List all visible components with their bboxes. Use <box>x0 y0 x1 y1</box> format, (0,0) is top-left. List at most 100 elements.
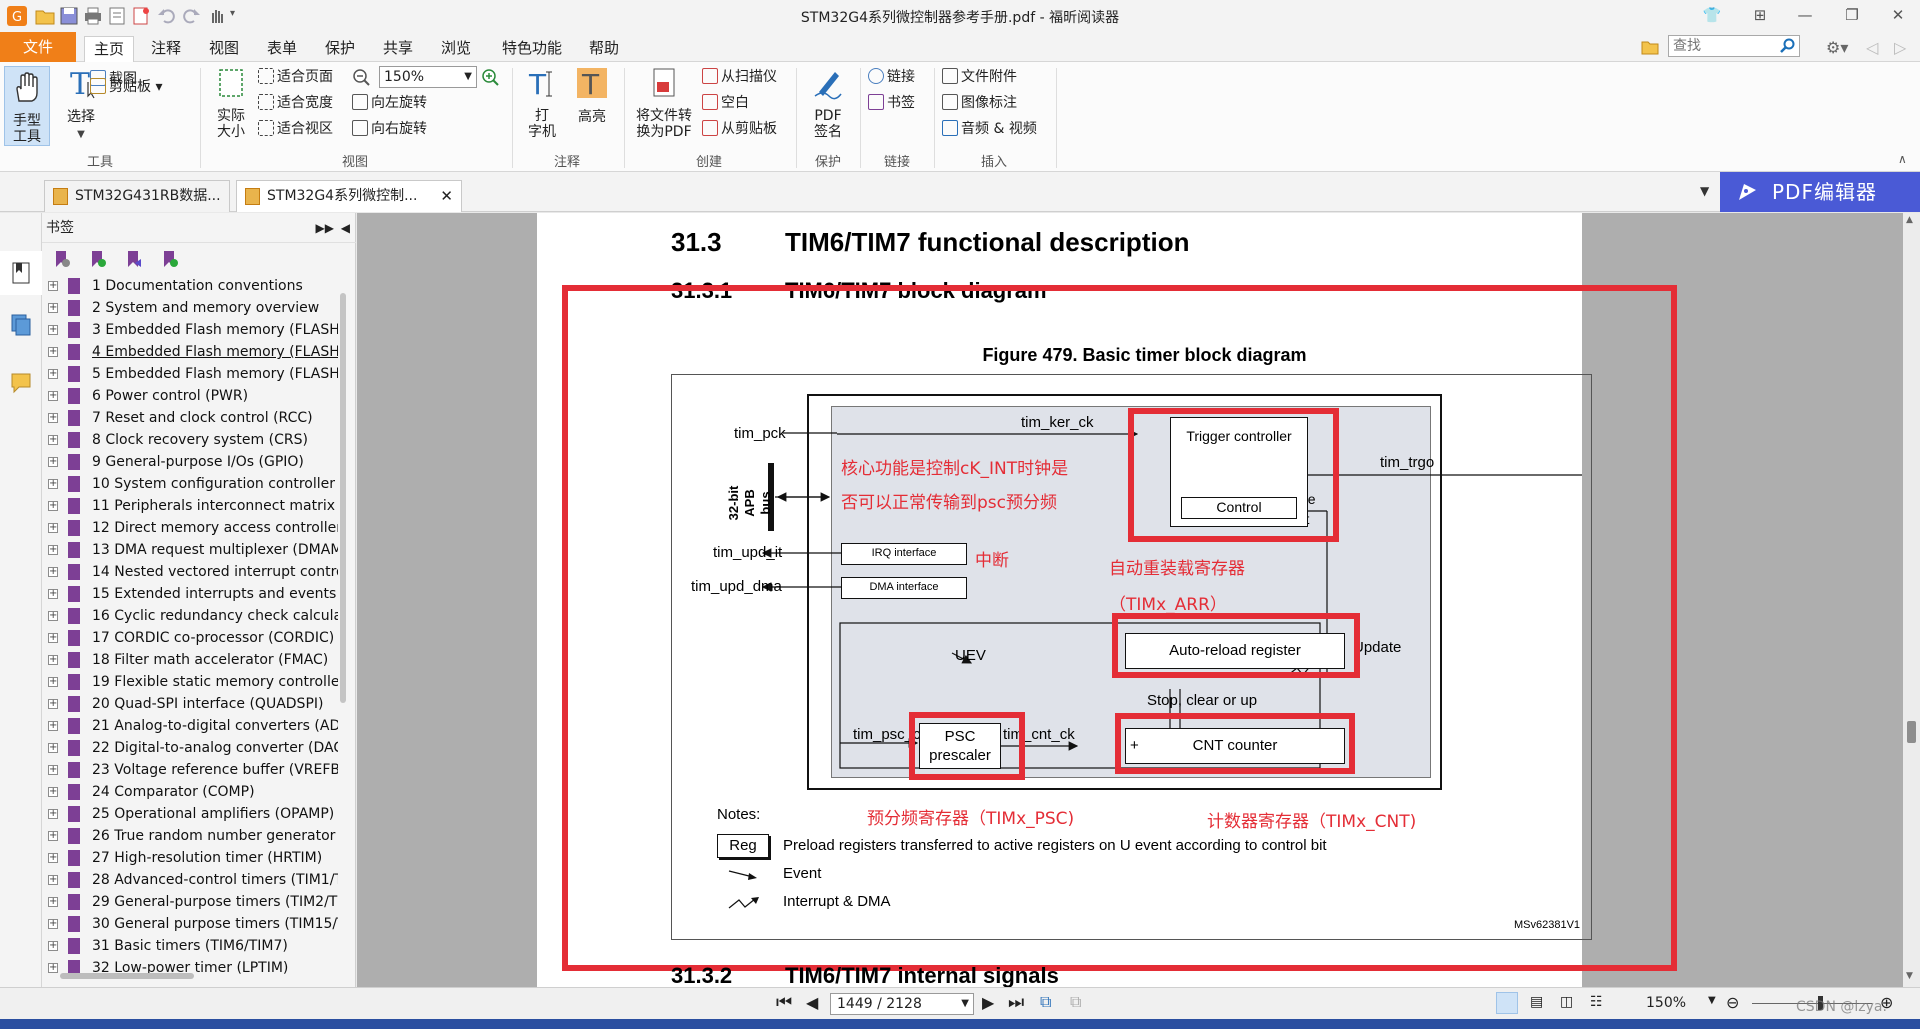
restore-button[interactable]: ❐ <box>1832 2 1872 28</box>
expand-bookmark-icon[interactable]: + <box>48 501 58 511</box>
status-zoom-out-icon[interactable]: ⊖ <box>1726 993 1739 1012</box>
bookmark-item[interactable]: +29 General-purpose timers (TIM2/TI <box>42 891 338 913</box>
expand-bookmark-icon[interactable]: + <box>48 523 58 533</box>
bookmark-scrollbar[interactable] <box>340 293 346 703</box>
bookmark-item[interactable]: +22 Digital-to-analog converter (DAC) <box>42 737 338 759</box>
expand-bookmark-icon[interactable]: + <box>48 281 58 291</box>
pdf-sign-button[interactable]: PDF 签名 <box>804 66 852 140</box>
menu-help[interactable]: 帮助 <box>582 36 626 62</box>
zoom-out-icon[interactable] <box>352 68 370 86</box>
bookmark-item[interactable]: +30 General purpose timers (TIM15/T <box>42 913 338 935</box>
bookmark-item[interactable]: +13 DMA request multiplexer (DMAMU <box>42 539 338 561</box>
pages-panel-icon[interactable] <box>10 313 32 337</box>
expand-bookmark-icon[interactable]: + <box>48 611 58 621</box>
bookmark-item[interactable]: +16 Cyclic redundancy check calculatio <box>42 605 338 627</box>
status-zoom-value[interactable]: 150% <box>1646 995 1686 1011</box>
prev-page-icon[interactable]: ◀ <box>806 993 818 1012</box>
expand-bookmark-icon[interactable]: + <box>48 479 58 489</box>
page-dropdown-icon[interactable]: ▼ <box>961 994 969 1014</box>
bookmark-item[interactable]: +27 High-resolution timer (HRTIM) <box>42 847 338 869</box>
highlight-button[interactable]: T 高亮 <box>570 66 614 126</box>
bookmark-options-icon[interactable] <box>52 249 72 269</box>
expand-bookmark-icon[interactable]: + <box>48 567 58 577</box>
expand-bookmark-icon[interactable]: + <box>48 545 58 555</box>
expand-panel-icon[interactable]: ▶▶ <box>316 213 334 243</box>
continuous-facing-icon[interactable]: ☷ <box>1590 994 1603 1010</box>
expand-bookmark-icon[interactable]: + <box>48 699 58 709</box>
bookmark-item[interactable]: +9 General-purpose I/Os (GPIO) <box>42 451 338 473</box>
search-input[interactable] <box>1669 36 1775 56</box>
expand-bookmark-icon[interactable]: + <box>48 589 58 599</box>
expand-bookmark-icon[interactable]: + <box>48 633 58 643</box>
search-box[interactable] <box>1668 35 1800 57</box>
page-number-input[interactable]: 1449 / 2128 ▼ <box>830 993 974 1015</box>
bookmark-item[interactable]: +31 Basic timers (TIM6/TIM7) <box>42 935 338 957</box>
bookmark-item[interactable]: +26 True random number generator ( <box>42 825 338 847</box>
expand-bookmark-icon[interactable]: + <box>48 655 58 665</box>
select-dropdown-icon[interactable]: ▼ <box>60 126 102 144</box>
bookmark-item[interactable]: +14 Nested vectored interrupt controlle <box>42 561 338 583</box>
bookmark-item[interactable]: +17 CORDIC co-processor (CORDIC) <box>42 627 338 649</box>
pdf-editor-button[interactable]: PDF编辑器 <box>1720 172 1920 212</box>
skin-icon[interactable]: 👕 <box>1692 2 1732 28</box>
minimize-button[interactable]: — <box>1785 2 1825 28</box>
bookmark-item[interactable]: +5 Embedded Flash memory (FLASH) <box>42 363 338 385</box>
expand-bookmark-icon[interactable]: + <box>48 919 58 929</box>
document-scrollbar[interactable]: ▲ ▼ <box>1903 213 1920 987</box>
close-button[interactable]: ✕ <box>1878 2 1918 28</box>
go-back-view-icon[interactable]: ⧉ <box>1040 992 1051 1012</box>
fit-view-button[interactable]: 适合视区 <box>258 118 333 140</box>
first-page-icon[interactable]: ⏮ <box>776 992 792 1013</box>
rotate-left-button[interactable]: 向左旋转 <box>352 92 427 114</box>
menu-browse[interactable]: 浏览 <box>432 36 480 62</box>
bookmark-up-icon[interactable] <box>124 249 144 269</box>
bookmark-button[interactable]: 书签 <box>868 92 915 114</box>
menu-protect[interactable]: 保护 <box>316 36 364 62</box>
bookmark-item[interactable]: +12 Direct memory access controller ( <box>42 517 338 539</box>
menu-file[interactable]: 文件 <box>0 32 76 62</box>
collapse-ribbon-icon[interactable]: ∧ <box>1898 152 1907 166</box>
document-scroll-thumb[interactable] <box>1907 721 1916 743</box>
clipboard-button[interactable]: 剪贴板 ▾ <box>90 76 162 98</box>
go-forward-view-icon[interactable]: ⧉ <box>1070 992 1081 1012</box>
comments-panel-icon[interactable] <box>10 371 32 395</box>
expand-bookmark-icon[interactable]: + <box>48 787 58 797</box>
expand-bookmark-icon[interactable]: + <box>48 303 58 313</box>
expand-bookmark-icon[interactable]: + <box>48 457 58 467</box>
menu-annotate[interactable]: 注释 <box>142 36 190 62</box>
menu-view[interactable]: 视图 <box>200 36 248 62</box>
actual-size-button[interactable]: 实际 大小 <box>208 66 254 140</box>
nav-back-icon[interactable]: ◁ <box>1866 38 1878 57</box>
scroll-down-icon[interactable]: ▼ <box>1906 971 1913 981</box>
expand-bookmark-icon[interactable]: + <box>48 941 58 951</box>
bookmark-item[interactable]: +4 Embedded Flash memory (FLASH) <box>42 341 338 363</box>
bookmark-item[interactable]: +21 Analog-to-digital converters (ADC) <box>42 715 338 737</box>
bookmark-item[interactable]: +2 System and memory overview <box>42 297 338 319</box>
blank-button[interactable]: 空白 <box>702 92 749 114</box>
bookmark-item[interactable]: +7 Reset and clock control (RCC) <box>42 407 338 429</box>
continuous-view-icon[interactable]: ▤ <box>1530 994 1543 1010</box>
menu-form[interactable]: 表单 <box>258 36 306 62</box>
hand-tool-button[interactable]: 手型 工具 <box>4 66 50 146</box>
expand-bookmark-icon[interactable]: + <box>48 435 58 445</box>
facing-view-icon[interactable]: ◫ <box>1560 994 1573 1010</box>
zoom-select[interactable]: 150% ▼ <box>379 66 477 88</box>
expand-bookmark-icon[interactable]: + <box>48 831 58 841</box>
expand-bookmark-icon[interactable]: + <box>48 853 58 863</box>
next-page-icon[interactable]: ▶ <box>982 993 994 1012</box>
expand-bookmark-icon[interactable]: + <box>48 765 58 775</box>
find-folder-icon[interactable] <box>1641 38 1659 56</box>
status-zoom-dropdown-icon[interactable]: ▼ <box>1708 995 1716 1006</box>
search-icon[interactable] <box>1780 38 1796 54</box>
single-page-view-button[interactable] <box>1496 992 1518 1014</box>
expand-bookmark-icon[interactable]: + <box>48 875 58 885</box>
collapse-panel-icon[interactable]: ◀ <box>341 213 350 243</box>
expand-bookmark-icon[interactable]: + <box>48 325 58 335</box>
expand-bookmark-icon[interactable]: + <box>48 897 58 907</box>
convert-to-pdf-button[interactable]: 将文件转 换为PDF <box>632 66 696 140</box>
zoom-dropdown-icon[interactable]: ▼ <box>464 67 472 87</box>
expand-bookmark-icon[interactable]: + <box>48 413 58 423</box>
file-attachment-button[interactable]: 文件附件 <box>942 66 1017 88</box>
expand-bookmark-icon[interactable]: + <box>48 963 58 973</box>
expand-bookmark-icon[interactable]: + <box>48 391 58 401</box>
